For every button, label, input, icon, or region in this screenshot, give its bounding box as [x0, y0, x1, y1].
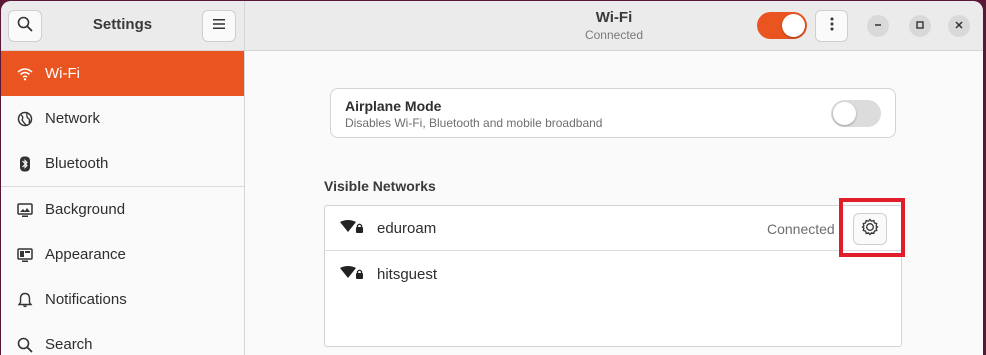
sidebar-item-appearance[interactable]: Appearance: [1, 232, 244, 277]
search-button[interactable]: [8, 10, 42, 42]
settings-window: Settings Wi-Fi Connected Wi-Fi Network B…: [1, 1, 983, 355]
sidebar-item-notifications[interactable]: Notifications: [1, 277, 244, 322]
network-name: eduroam: [377, 220, 437, 237]
sidebar-item-label: Network: [45, 110, 101, 127]
main-header: Wi-Fi Connected: [245, 1, 983, 51]
appearance-icon: [16, 246, 34, 264]
wifi-secured-icon: [339, 266, 365, 285]
visible-networks-heading: Visible Networks: [324, 178, 436, 194]
network-name: hitsguest: [377, 266, 438, 283]
maximize-icon: [915, 17, 925, 35]
wifi-options-button[interactable]: [815, 10, 848, 42]
bluetooth-icon: [16, 155, 34, 173]
sidebar-item-background[interactable]: Background: [1, 187, 244, 232]
vertical-dots-icon: [830, 17, 834, 36]
monitor-icon: [16, 201, 34, 219]
search-icon: [16, 336, 34, 354]
highlight-box: [839, 198, 905, 257]
sidebar-item-label: Wi-Fi: [45, 65, 80, 82]
close-button[interactable]: [948, 15, 970, 37]
airplane-mode-description: Disables Wi-Fi, Bluetooth and mobile bro…: [345, 116, 603, 130]
sidebar-item-bluetooth[interactable]: Bluetooth: [1, 141, 244, 186]
bell-icon: [16, 291, 34, 309]
sidebar-title: Settings: [92, 16, 153, 33]
hamburger-menu-icon: [212, 17, 226, 35]
sidebar-item-label: Search: [45, 336, 93, 353]
airplane-mode-card: Airplane Mode Disables Wi-Fi, Bluetooth …: [330, 88, 896, 138]
sidebar-item-label: Background: [45, 201, 126, 218]
maximize-button[interactable]: [909, 15, 931, 37]
network-row-eduroam[interactable]: eduroam Connected: [325, 206, 901, 251]
airplane-mode-toggle[interactable]: [831, 100, 881, 127]
sidebar-item-wifi[interactable]: Wi-Fi: [1, 51, 244, 96]
wifi-icon: [16, 65, 34, 83]
sidebar-item-label: Appearance: [45, 246, 126, 263]
sidebar-header: Settings: [1, 1, 245, 51]
toggle-knob: [782, 14, 805, 37]
close-icon: [954, 17, 964, 35]
wifi-secured-icon: [339, 220, 365, 239]
sidebar-item-label: Notifications: [45, 291, 127, 308]
airplane-mode-title: Airplane Mode: [345, 98, 442, 114]
network-status: Connected: [767, 221, 835, 237]
sidebar-item-search[interactable]: Search: [1, 322, 244, 355]
search-icon: [17, 16, 33, 37]
sidebar: Wi-Fi Network Bluetooth Background Appea…: [1, 51, 245, 355]
globe-icon: [16, 110, 34, 128]
minimize-button[interactable]: [867, 15, 889, 37]
toggle-knob: [833, 102, 856, 125]
sidebar-item-label: Bluetooth: [45, 155, 109, 172]
network-row-hitsguest[interactable]: hitsguest: [325, 252, 901, 297]
wifi-toggle[interactable]: [757, 12, 807, 39]
networks-list: eduroam Connected hitsguest: [324, 205, 902, 347]
main-menu-button[interactable]: [202, 10, 236, 42]
minimize-icon: [873, 17, 883, 35]
sidebar-item-network[interactable]: Network: [1, 96, 244, 141]
